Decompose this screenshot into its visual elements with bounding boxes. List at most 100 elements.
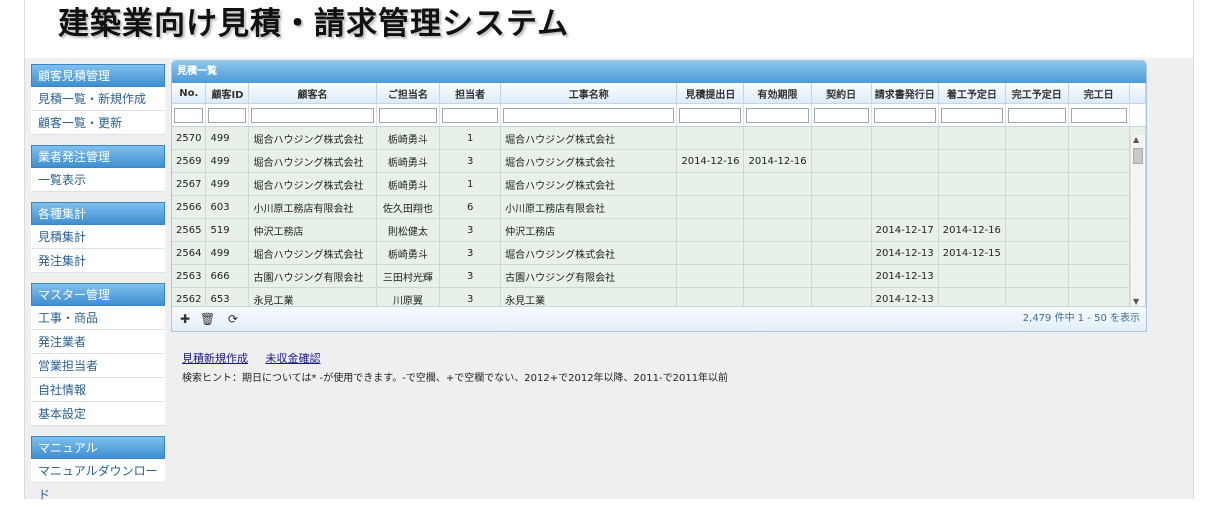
column-header[interactable]: 完工日 bbox=[1068, 83, 1130, 104]
table-cell bbox=[871, 149, 939, 173]
table-cell: 堀合ハウジング株式会社 bbox=[248, 126, 377, 150]
table-cell bbox=[1068, 218, 1130, 242]
search-hint: 検索ヒント：期日については* -が使用できます。-で空欄、+で空欄でない、201… bbox=[182, 373, 729, 384]
table-cell bbox=[676, 172, 745, 196]
table-cell: 519 bbox=[205, 218, 250, 242]
table-cell bbox=[1068, 195, 1130, 219]
table-cell: 堀合ハウジング株式会社 bbox=[248, 172, 377, 196]
sidebar-item[interactable]: 見積集計 bbox=[31, 225, 165, 249]
table-cell bbox=[811, 126, 872, 150]
sidebar-item[interactable]: 工事・商品 bbox=[31, 306, 165, 330]
table-cell: 2567 bbox=[172, 172, 207, 196]
sidebar-item[interactable]: 自社情報 bbox=[31, 378, 165, 402]
sidebar-item[interactable]: 一覧表示 bbox=[31, 168, 165, 192]
table-cell bbox=[676, 126, 745, 150]
column-filter-input[interactable] bbox=[1070, 107, 1127, 123]
filter-cell bbox=[172, 103, 207, 127]
sidebar-item[interactable]: 発注集計 bbox=[31, 249, 165, 273]
column-filter-input[interactable] bbox=[940, 107, 1003, 123]
grid-caption: 見積一覧 bbox=[172, 61, 1146, 83]
table-cell: 仲沢工務店 bbox=[500, 218, 678, 242]
table-cell: 666 bbox=[205, 264, 250, 288]
table-cell: 2564 bbox=[172, 241, 207, 265]
filter-cell bbox=[1068, 103, 1130, 127]
table-cell: 2014-12-15 bbox=[938, 241, 1006, 265]
sidebar-item[interactable]: マニュアルダウンロード bbox=[31, 459, 165, 502]
table-cell bbox=[1068, 149, 1130, 173]
column-filter-input[interactable] bbox=[746, 107, 809, 123]
table-cell: 499 bbox=[205, 241, 250, 265]
action-links: 見積新規作成 未収金確認 bbox=[182, 350, 335, 366]
scroll-down-icon[interactable]: ▼ bbox=[1133, 297, 1139, 306]
table-cell: 栃崎勇斗 bbox=[376, 172, 441, 196]
grid-scrollbar[interactable]: ▲ ▼ bbox=[1130, 135, 1145, 306]
column-filter-input[interactable] bbox=[503, 107, 675, 123]
table-row[interactable]: 2570 499 堀合ハウジング株式会社 栃崎勇斗 1 堀合ハウジング株式会社 bbox=[172, 126, 1146, 150]
filter-cell bbox=[376, 103, 441, 127]
table-cell bbox=[938, 264, 1006, 288]
table-cell bbox=[676, 264, 745, 288]
table-row[interactable]: 2563 666 古園ハウジング有限会社 三田村光輝 3 古園ハウジング有限会社 2014-… bbox=[172, 264, 1146, 288]
column-header[interactable]: 着工予定日 bbox=[938, 83, 1006, 104]
column-header[interactable]: 請求書発行日 bbox=[871, 83, 939, 104]
table-cell: 2570 bbox=[172, 126, 207, 150]
table-row[interactable]: 2569 499 堀合ハウジング株式会社 栃崎勇斗 3 堀合ハウジング株式会社 2014-1… bbox=[172, 149, 1146, 173]
filter-cell bbox=[439, 103, 502, 127]
sidebar-item[interactable]: 営業担当者 bbox=[31, 354, 165, 378]
column-filter-input[interactable] bbox=[251, 107, 374, 123]
column-filter-input[interactable] bbox=[378, 107, 438, 123]
scroll-up-icon[interactable]: ▲ bbox=[1133, 135, 1139, 144]
column-filter-input[interactable] bbox=[1007, 107, 1066, 123]
table-cell bbox=[938, 149, 1006, 173]
column-filter-input[interactable] bbox=[208, 107, 247, 123]
app-title: 建築業向け見積・請求管理システム bbox=[58, 6, 570, 42]
column-filter-input[interactable] bbox=[679, 107, 742, 123]
column-filter-input[interactable] bbox=[873, 107, 936, 123]
table-cell: 3 bbox=[439, 149, 502, 173]
table-cell: 3 bbox=[439, 218, 502, 242]
table-cell bbox=[871, 126, 939, 150]
table-cell bbox=[743, 172, 812, 196]
table-row[interactable]: 2564 499 堀合ハウジング株式会社 栃崎勇斗 3 堀合ハウジング株式会社 2014-1… bbox=[172, 241, 1146, 265]
filter-cell bbox=[871, 103, 939, 127]
filter-cell bbox=[811, 103, 872, 127]
add-icon[interactable]: ✚ bbox=[180, 307, 190, 331]
sidebar-item[interactable]: 見積一覧・新規作成 bbox=[31, 87, 165, 111]
table-cell: 2565 bbox=[172, 218, 207, 242]
column-header[interactable]: 契約日 bbox=[811, 83, 872, 104]
table-cell bbox=[743, 195, 812, 219]
sidebar-item[interactable]: 顧客一覧・更新 bbox=[31, 111, 165, 135]
column-filter-input[interactable] bbox=[442, 107, 499, 123]
column-header[interactable]: No. bbox=[172, 83, 207, 104]
sidebar-item[interactable]: 発注業者 bbox=[31, 330, 165, 354]
table-row[interactable]: 2567 499 堀合ハウジング株式会社 栃崎勇斗 1 堀合ハウジング株式会社 bbox=[172, 172, 1146, 196]
new-estimate-link[interactable]: 見積新規作成 bbox=[182, 352, 248, 365]
table-cell: 堀合ハウジング株式会社 bbox=[500, 149, 678, 173]
table-cell bbox=[938, 195, 1006, 219]
refresh-icon[interactable]: ⟳ bbox=[228, 307, 238, 331]
unpaid-check-link[interactable]: 未収金確認 bbox=[266, 352, 321, 365]
column-header[interactable]: 有効期限 bbox=[743, 83, 812, 104]
column-header[interactable]: 工事名称 bbox=[500, 83, 678, 104]
column-filter-input[interactable] bbox=[813, 107, 869, 123]
scroll-thumb[interactable] bbox=[1133, 148, 1143, 164]
table-cell bbox=[811, 195, 872, 219]
table-cell: 堀合ハウジング株式会社 bbox=[248, 241, 377, 265]
column-header[interactable]: 見積提出日 bbox=[676, 83, 745, 104]
table-cell: 2569 bbox=[172, 149, 207, 173]
table-cell: 499 bbox=[205, 126, 250, 150]
column-header[interactable]: 顧客ID bbox=[205, 83, 250, 104]
table-row[interactable]: 2566 603 小川原工務店有限会社 佐久田翔也 6 小川原工務店有限会社 bbox=[172, 195, 1146, 219]
table-cell bbox=[743, 126, 812, 150]
table-cell: 古園ハウジング有限会社 bbox=[248, 264, 377, 288]
sidebar-item[interactable]: 基本設定 bbox=[31, 402, 165, 426]
column-header[interactable]: ご担当名 bbox=[376, 83, 441, 104]
column-header[interactable]: 担当者 bbox=[439, 83, 502, 104]
delete-icon[interactable]: 🗑 bbox=[200, 307, 215, 331]
column-filter-input[interactable] bbox=[174, 107, 204, 123]
table-row[interactable]: 2565 519 仲沢工務店 則松健太 3 仲沢工務店 2014-12-17 2014-12-… bbox=[172, 218, 1146, 242]
column-header[interactable]: 顧客名 bbox=[248, 83, 377, 104]
column-header[interactable]: 完工予定日 bbox=[1005, 83, 1069, 104]
sidebar: 顧客見積管理 見積一覧・新規作成 顧客一覧・更新 業者発注管理 一覧表示 各種集計 見積集計… bbox=[31, 64, 165, 502]
